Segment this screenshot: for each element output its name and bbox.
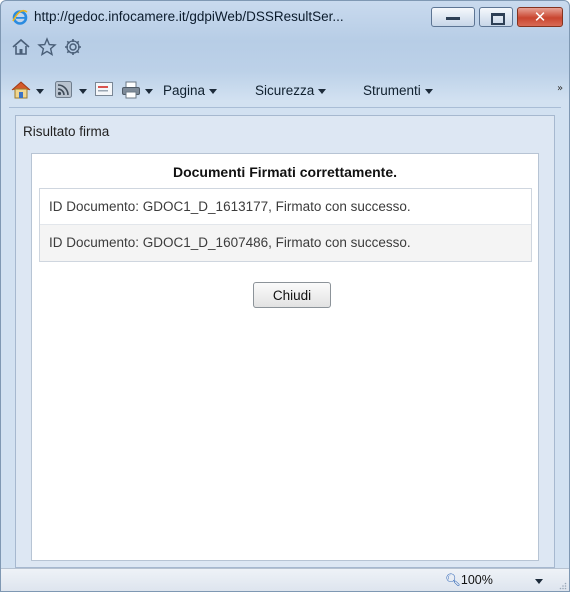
panel-title: Risultato firma — [23, 124, 110, 139]
gear-icon[interactable] — [63, 37, 83, 57]
star-icon[interactable] — [37, 37, 57, 57]
chevron-down-icon[interactable] — [36, 89, 44, 94]
title-bar: http://gedoc.infocamere.it/gdpiWeb/DSSRe… — [1, 1, 569, 33]
menu-pagina-label: Pagina — [163, 83, 206, 98]
command-bar: Pagina Sicurezza Strumenti — [9, 77, 561, 108]
mail-icon[interactable] — [95, 82, 113, 97]
internet-explorer-icon — [12, 9, 28, 25]
chevron-down-icon — [424, 88, 433, 94]
favorites-toolbar — [1, 34, 569, 60]
menu-sicurezza[interactable]: Sicurezza — [255, 83, 327, 98]
result-heading: Documenti Firmati correttamente. — [172, 164, 398, 180]
chevron-down-icon[interactable] — [79, 89, 87, 94]
resize-grip-icon[interactable] — [559, 582, 567, 590]
toolbar-overflow-icon[interactable]: » — [557, 83, 563, 94]
menu-sicurezza-label: Sicurezza — [255, 83, 315, 98]
zoom-icon: 🔍︎ — [445, 573, 461, 587]
list-item: ID Documento: GDOC1_D_1613177, Firmato c… — [40, 189, 531, 225]
close-button[interactable]: Chiudi — [253, 282, 331, 308]
zoom-control[interactable]: 🔍︎100% — [445, 573, 493, 588]
result-panel: Documenti Firmati correttamente. ID Docu… — [31, 153, 539, 561]
chevron-down-icon[interactable] — [535, 579, 543, 584]
chevron-down-icon — [318, 88, 327, 94]
close-window-button[interactable]: ✕ — [517, 7, 563, 27]
home-icon[interactable] — [11, 80, 31, 100]
minimize-button[interactable] — [431, 7, 475, 27]
result-window: Risultato firma Documenti Firmati corret… — [15, 115, 555, 568]
maximize-button[interactable] — [479, 7, 513, 27]
maximize-icon — [491, 13, 505, 25]
home-icon[interactable] — [11, 37, 31, 57]
menu-strumenti[interactable]: Strumenti — [363, 83, 433, 98]
zoom-level: 100% — [460, 573, 493, 587]
browser-window: http://gedoc.infocamere.it/gdpiWeb/DSSRe… — [0, 0, 570, 592]
status-bar: 🔍︎100% — [1, 568, 569, 591]
feeds-icon[interactable] — [55, 81, 72, 98]
chevron-down-icon[interactable] — [145, 89, 153, 94]
close-icon: ✕ — [533, 8, 547, 26]
menu-pagina[interactable]: Pagina — [163, 83, 218, 98]
list-item: ID Documento: GDOC1_D_1607486, Firmato c… — [40, 225, 531, 261]
document-list: ID Documento: GDOC1_D_1613177, Firmato c… — [39, 188, 532, 262]
minimize-icon — [446, 17, 460, 20]
print-icon[interactable] — [121, 80, 141, 100]
chevron-down-icon — [209, 88, 218, 94]
menu-strumenti-label: Strumenti — [363, 83, 421, 98]
window-title-url: http://gedoc.infocamere.it/gdpiWeb/DSSRe… — [34, 9, 344, 24]
